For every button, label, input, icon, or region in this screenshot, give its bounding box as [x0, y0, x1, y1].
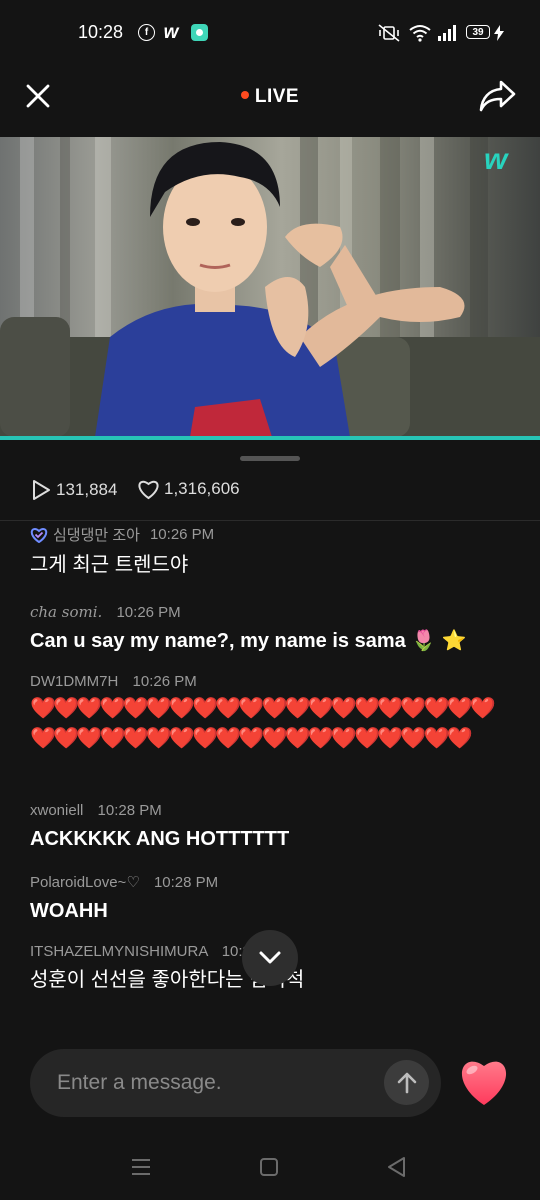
live-video[interactable]: w — [0, 137, 540, 437]
back-icon[interactable] — [386, 1156, 408, 1178]
vibrate-mute-icon — [378, 24, 400, 42]
signal-icon — [438, 25, 456, 41]
views-stat: 131,884 — [30, 478, 117, 502]
chat-time: 10:28 PM — [97, 802, 162, 819]
send-button[interactable] — [384, 1060, 429, 1105]
chat-username: PolaroidLove~♡ — [30, 874, 140, 891]
likes-stat: 1,316,606 — [136, 478, 240, 500]
home-icon[interactable] — [259, 1157, 279, 1177]
message-input[interactable] — [57, 1069, 377, 1097]
divider — [0, 520, 540, 521]
share-icon[interactable] — [479, 79, 517, 113]
views-count: 131,884 — [56, 480, 118, 499]
battery-icon: 39 — [466, 25, 490, 39]
recent-apps-icon[interactable] — [130, 1157, 152, 1177]
verified-heart-icon — [30, 527, 48, 543]
arrow-up-icon — [397, 1072, 416, 1093]
chat-username: cha somi. — [30, 603, 103, 621]
chevron-down-icon — [259, 951, 281, 964]
drag-handle[interactable] — [240, 456, 300, 461]
weverse-icon: w — [163, 22, 179, 43]
chat-meta: PolaroidLove~♡ 10:28 PM — [30, 873, 510, 891]
chat-username: DW1DMM7H — [30, 673, 119, 690]
chat-message: PolaroidLove~♡ 10:28 PM WOAHH — [30, 873, 510, 925]
heart-like-button[interactable] — [456, 1056, 512, 1108]
chat-time: 10:28 PM — [153, 874, 219, 891]
chat-meta: 심댕댕만 조아 10:26 PM — [30, 524, 510, 545]
chat-text: WOAHH — [30, 900, 108, 922]
chat-meta: cha somi. 10:26 PM — [30, 603, 510, 621]
facebook-icon: f — [138, 24, 155, 41]
charging-icon — [494, 25, 504, 41]
chat-message: xwoniell 10:28 PM ACKKKKK ANG HOTTTTTT — [30, 802, 510, 853]
status-time: 10:28 — [78, 22, 124, 42]
app-badge-icon — [191, 24, 208, 41]
chat-text: ❤️❤️❤️❤️❤️❤️❤️❤️❤️❤️❤️❤️❤️❤️❤️❤️❤️❤️❤️❤️… — [30, 697, 496, 750]
chat-time: 10:26 PM — [149, 526, 215, 543]
wifi-icon — [409, 25, 431, 42]
status-bar: 10:28 f w 39 — [0, 0, 540, 66]
chat-username: xwoniell — [30, 802, 84, 819]
chat-username: ITSHAZELMYNISHIMURA — [30, 943, 208, 960]
chat-meta: DW1DMM7H 10:26 PM — [30, 673, 510, 690]
chat-text: Can u say my name?, my name is sama 🌷 ⭐ — [30, 630, 467, 652]
weverse-watermark: w — [484, 143, 508, 176]
chat-message: 심댕댕만 조아 10:26 PM 그게 최근 트렌드야 — [30, 524, 510, 579]
chat-time: 10:26 PM — [132, 673, 197, 690]
chat-time: 10:26 PM — [116, 604, 181, 621]
chat-meta: xwoniell 10:28 PM — [30, 802, 510, 819]
video-progress-bar — [0, 436, 540, 440]
chat-text: 그게 최근 트렌드야 — [30, 554, 189, 576]
scroll-down-button[interactable] — [242, 930, 298, 986]
chat-message: DW1DMM7H 10:26 PM ❤️❤️❤️❤️❤️❤️❤️❤️❤️❤️❤️… — [30, 673, 510, 754]
live-label: LIVE — [254, 86, 300, 107]
live-indicator: LIVE — [0, 86, 540, 108]
likes-count: 1,316,606 — [164, 479, 240, 498]
chat-username: 심댕댕만 조아 — [53, 527, 140, 544]
video-frame-image — [0, 137, 540, 437]
chat-message: cha somi. 10:26 PM Can u say my name?, m… — [30, 603, 510, 655]
chat-text: ACKKKKK ANG HOTTTTTT — [30, 828, 290, 850]
heart-outline-icon — [138, 480, 159, 500]
live-dot — [240, 90, 249, 99]
play-icon — [33, 480, 50, 500]
